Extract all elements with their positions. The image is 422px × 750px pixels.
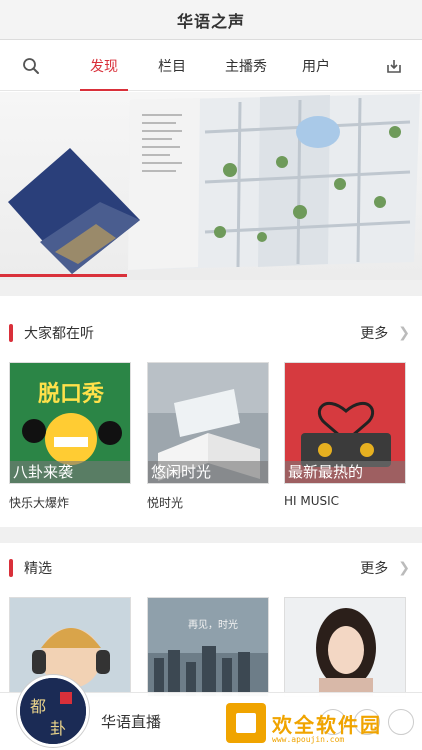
tab-discover[interactable]: 发现 xyxy=(76,41,132,91)
featured-card[interactable] xyxy=(284,597,406,697)
banner-map-image xyxy=(8,94,420,274)
tab-user-label: 用户 xyxy=(302,58,330,75)
tab-columns-label: 栏目 xyxy=(158,58,186,75)
banner-carousel[interactable] xyxy=(0,92,422,280)
chevron-right-icon: ❯ xyxy=(398,325,410,341)
city-dusk-cover-art: 再见，时光 xyxy=(148,598,268,696)
more-label: 更多 xyxy=(360,561,389,577)
program-card[interactable]: 脱口秀 八卦来袭 快乐大爆炸 xyxy=(9,362,131,511)
station-avatar[interactable]: 都 卦 xyxy=(17,674,89,747)
watermark: 欢全软件园 www.apoujin.com xyxy=(226,701,416,745)
program-name: 悦时光 xyxy=(147,496,184,510)
more-label: 更多 xyxy=(360,326,389,342)
section-featured-more[interactable]: 更多 ❯ xyxy=(360,558,410,578)
program-name: HI MUSIC xyxy=(284,494,340,508)
download-icon xyxy=(387,59,401,73)
program-overlay-text: 最新最热的 xyxy=(285,461,405,483)
chevron-right-icon: ❯ xyxy=(398,560,410,576)
station-logo-image: 都 卦 xyxy=(20,677,86,744)
app-title: 华语之声 xyxy=(176,11,245,31)
watermark-logo-icon xyxy=(226,703,266,743)
tab-hosts[interactable]: 主播秀 xyxy=(214,41,278,91)
featured-caption: 再见，时光 xyxy=(188,618,238,631)
tab-discover-label: 发现 xyxy=(90,58,118,75)
section-featured-title: 精选 xyxy=(24,561,52,577)
program-overlay-text: 悠闲时光 xyxy=(148,461,268,483)
featured-cover xyxy=(284,597,406,697)
program-card[interactable]: 最新最热的 HI MUSIC xyxy=(284,362,406,508)
program-cover: 脱口秀 八卦来袭 xyxy=(9,362,131,484)
search-icon xyxy=(23,57,39,74)
search-button[interactable] xyxy=(0,41,62,91)
program-card[interactable]: 悠闲时光 悦时光 xyxy=(147,362,269,511)
section-popular-more[interactable]: 更多 ❯ xyxy=(360,323,410,343)
title-bar: 华语之声 xyxy=(0,0,422,40)
section-popular-header: 大家都在听 更多 ❯ xyxy=(0,310,422,356)
program-cover: 最新最热的 xyxy=(284,362,406,484)
watermark-text: 欢全软件园 xyxy=(272,712,382,737)
featured-card[interactable]: 再见，时光 xyxy=(147,597,269,697)
svg-text:都: 都 xyxy=(30,697,46,716)
section-featured-header: 精选 更多 ❯ xyxy=(0,545,422,591)
watermark-url: www.apoujin.com xyxy=(272,735,345,744)
banner-progress xyxy=(0,274,127,277)
portrait-cover-art xyxy=(285,598,405,696)
section-popular-title: 大家都在听 xyxy=(24,326,94,342)
section-divider xyxy=(0,527,422,543)
section-marker xyxy=(9,559,13,577)
svg-text:卦: 卦 xyxy=(50,719,66,738)
top-nav: 发现 栏目 主播秀 用户 xyxy=(0,41,422,91)
tab-user[interactable]: 用户 xyxy=(288,41,344,91)
tab-columns[interactable]: 栏目 xyxy=(144,41,200,91)
section-divider xyxy=(0,280,422,296)
program-cover: 悠闲时光 xyxy=(147,362,269,484)
talkshow-badge: 脱口秀 xyxy=(38,382,104,407)
section-marker xyxy=(9,324,13,342)
program-name: 快乐大爆炸 xyxy=(9,496,70,510)
featured-cover: 再见，时光 xyxy=(147,597,269,697)
tab-hosts-label: 主播秀 xyxy=(225,58,267,75)
program-overlay-text: 八卦来袭 xyxy=(10,461,130,483)
download-button[interactable] xyxy=(366,41,422,91)
